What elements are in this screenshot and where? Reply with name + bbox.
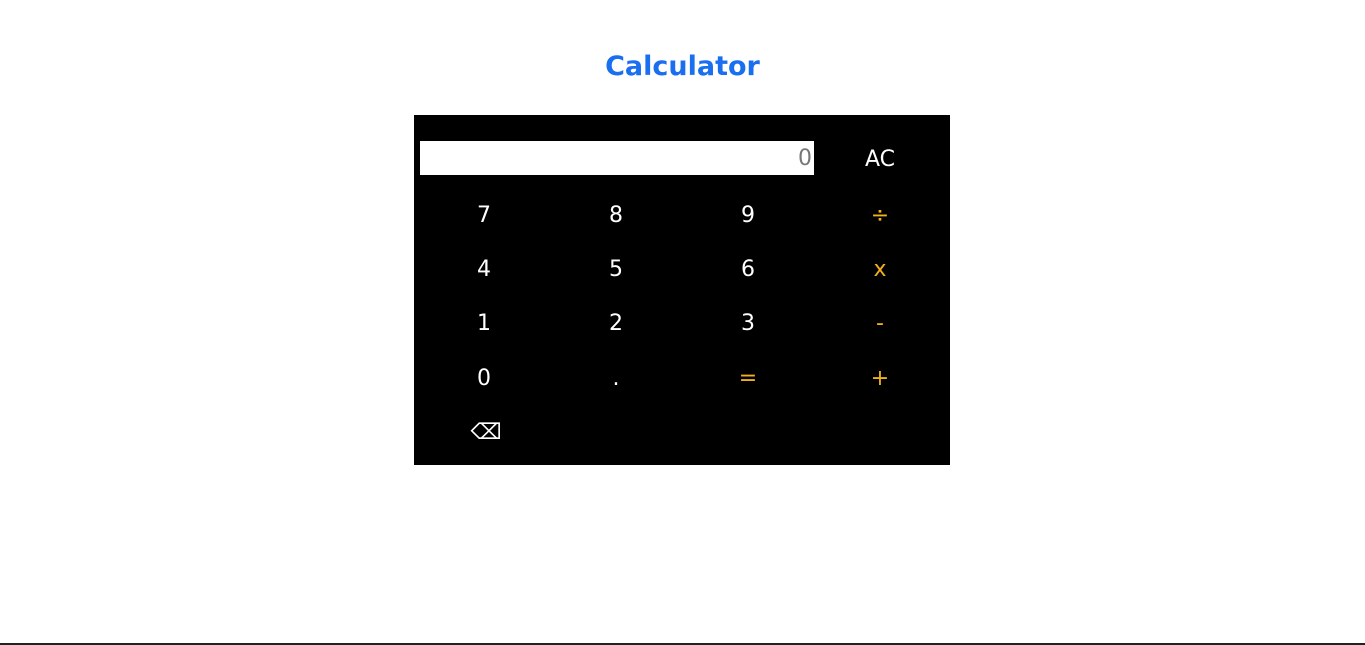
- divide-button[interactable]: ÷: [840, 196, 920, 236]
- digit-2-button[interactable]: 2: [576, 304, 656, 344]
- calculator-panel: AC 7 8 9 ÷ 4 5 6 x 1 2 3 - 0 . = + ⌫: [414, 115, 950, 465]
- digit-8-button[interactable]: 8: [576, 196, 656, 236]
- digit-5-button[interactable]: 5: [576, 250, 656, 290]
- digit-7-button[interactable]: 7: [444, 196, 524, 236]
- backspace-button[interactable]: ⌫: [446, 413, 526, 453]
- digit-3-button[interactable]: 3: [708, 304, 788, 344]
- equals-button[interactable]: =: [708, 359, 788, 399]
- add-button[interactable]: +: [840, 359, 920, 399]
- clear-button[interactable]: AC: [840, 140, 920, 180]
- digit-9-button[interactable]: 9: [708, 196, 788, 236]
- display-input[interactable]: [420, 141, 814, 175]
- digit-1-button[interactable]: 1: [444, 304, 524, 344]
- multiply-button[interactable]: x: [840, 250, 920, 290]
- page: Calculator AC 7 8 9 ÷ 4 5 6 x 1 2 3 - 0 …: [0, 0, 1365, 645]
- subtract-button[interactable]: -: [840, 304, 920, 344]
- digit-0-button[interactable]: 0: [444, 359, 524, 399]
- digit-6-button[interactable]: 6: [708, 250, 788, 290]
- digit-4-button[interactable]: 4: [444, 250, 524, 290]
- decimal-button[interactable]: .: [576, 359, 656, 399]
- page-title: Calculator: [605, 51, 760, 82]
